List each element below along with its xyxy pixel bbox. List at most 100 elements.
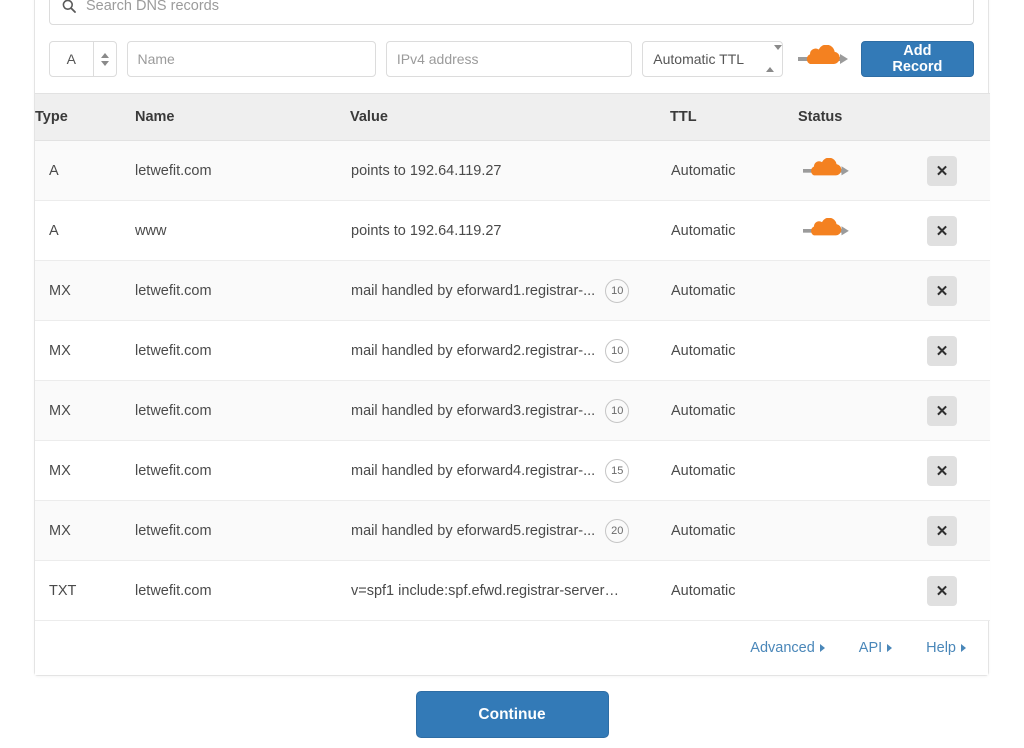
record-ttl-select[interactable]: Automatic TTL [642, 41, 784, 77]
value-wrapper: mail handled by eforward3.registrar-... 1… [351, 398, 669, 423]
cell-value: mail handled by eforward3.registrar-... 1… [350, 380, 670, 441]
advanced-link-label: Advanced [750, 640, 815, 656]
cell-status [798, 260, 926, 321]
cell-status [798, 380, 926, 441]
delete-record-button[interactable]: ✕ [927, 395, 957, 426]
delete-record-button[interactable]: ✕ [927, 155, 957, 186]
cell-ttl: Automatic [670, 500, 798, 561]
cell-name: letwefit.com [135, 140, 350, 201]
chevron-up-icon [766, 50, 775, 72]
value-wrapper: points to 192.64.119.27 [351, 223, 669, 239]
table-header: Type Name Value TTL Status [35, 93, 990, 141]
cell-type: MX [35, 260, 135, 321]
cell-type: MX [35, 320, 135, 381]
record-ttl-stepper[interactable] [766, 45, 783, 72]
value-text: points to 192.64.119.27 [351, 162, 502, 179]
cell-value: points to 192.64.119.27 [350, 200, 670, 261]
table-row: MX letwefit.com mail handled by eforward3.… [35, 380, 990, 441]
value-wrapper: points to 192.64.119.27 [351, 163, 669, 179]
caret-right-icon [887, 644, 893, 652]
column-header-name: Name [135, 93, 350, 141]
delete-record-button[interactable]: ✕ [927, 335, 957, 366]
chevron-down-icon [100, 60, 109, 66]
cell-name: letwefit.com [135, 320, 350, 381]
cell-value: mail handled by eforward1.registrar-... 1… [350, 260, 670, 321]
help-link-label: Help [926, 640, 956, 656]
continue-button[interactable]: Continue [415, 691, 609, 738]
cell-ttl: Automatic [670, 200, 798, 261]
column-header-status: Status [798, 93, 926, 141]
cell-ttl: Automatic [670, 320, 798, 381]
cell-ttl: Automatic [670, 140, 798, 201]
cloud-proxied-icon [796, 44, 848, 74]
table-header-row: Type Name Value TTL Status [35, 93, 990, 141]
cell-status [798, 140, 926, 201]
value-wrapper: mail handled by eforward4.registrar-... 1… [351, 458, 669, 483]
cell-actions: ✕ [926, 200, 990, 261]
cell-name: letwefit.com [135, 500, 350, 561]
cell-actions: ✕ [926, 140, 990, 201]
cell-actions: ✕ [926, 380, 990, 441]
delete-record-button[interactable]: ✕ [927, 215, 957, 246]
record-proxy-toggle[interactable] [793, 44, 851, 74]
cell-value: mail handled by eforward4.registrar-... 1… [350, 440, 670, 501]
delete-record-button[interactable]: ✕ [927, 515, 957, 546]
delete-record-button[interactable]: ✕ [927, 455, 957, 486]
record-type-select[interactable]: A [49, 41, 117, 77]
card-footer: Advanced API Help [35, 621, 988, 675]
advanced-link[interactable]: Advanced [750, 640, 825, 656]
search-row [35, 0, 988, 41]
cell-status [798, 440, 926, 501]
search-box[interactable] [49, 0, 974, 25]
record-value-input[interactable] [385, 41, 633, 77]
priority-badge: 10 [605, 338, 630, 363]
dns-records-page: A Automatic TTL [0, 0, 1024, 748]
help-link[interactable]: Help [926, 640, 966, 656]
value-text: points to 192.64.119.27 [351, 222, 502, 239]
delete-record-button[interactable]: ✕ [927, 275, 957, 306]
add-record-button[interactable]: Add Record [860, 41, 974, 77]
cell-actions: ✕ [926, 320, 990, 381]
record-type-stepper[interactable] [92, 42, 116, 76]
caret-right-icon [961, 644, 966, 652]
cell-name: letwefit.com [135, 380, 350, 441]
value-text: v=spf1 include:spf.efwd.registrar-server… [351, 582, 619, 599]
cell-value: mail handled by eforward2.registrar-... 1… [350, 320, 670, 381]
priority-badge: 20 [605, 518, 630, 543]
cell-actions: ✕ [926, 440, 990, 501]
value-text: mail handled by eforward5.registrar-... [351, 522, 596, 539]
value-text: mail handled by eforward4.registrar-... [351, 462, 596, 479]
delete-record-button[interactable]: ✕ [927, 575, 957, 606]
cell-type: A [35, 140, 135, 201]
cell-actions: ✕ [926, 260, 990, 321]
record-name-input[interactable] [126, 41, 376, 77]
value-text: mail handled by eforward2.registrar-... [351, 342, 596, 359]
cell-type: TXT [35, 560, 135, 621]
dns-records-card: A Automatic TTL [34, 0, 990, 676]
cell-value: points to 192.64.119.27 [350, 140, 670, 201]
table-row: MX letwefit.com mail handled by eforward4.… [35, 440, 990, 501]
value-text: mail handled by eforward1.registrar-... [351, 282, 596, 299]
cell-actions: ✕ [926, 560, 990, 621]
column-header-ttl: TTL [670, 93, 798, 141]
value-text: mail handled by eforward3.registrar-... [351, 402, 596, 419]
cloud-proxied-icon[interactable] [799, 157, 851, 184]
value-wrapper: v=spf1 include:spf.efwd.registrar-server… [351, 583, 669, 599]
priority-badge: 15 [605, 458, 630, 483]
column-header-value: Value [350, 93, 670, 141]
search-input[interactable] [86, 0, 973, 14]
cell-ttl: Automatic [670, 440, 798, 501]
cell-ttl: Automatic [670, 560, 798, 621]
cell-name: letwefit.com [135, 440, 350, 501]
priority-badge: 10 [605, 398, 630, 423]
cloud-proxied-icon[interactable] [799, 217, 851, 244]
cell-type: MX [35, 500, 135, 561]
api-link[interactable]: API [859, 640, 893, 656]
cell-status [798, 560, 926, 621]
cell-value: mail handled by eforward5.registrar-... 2… [350, 500, 670, 561]
continue-button-wrap: Continue [0, 691, 1024, 738]
table-row: MX letwefit.com mail handled by eforward5.… [35, 500, 990, 561]
priority-badge: 10 [605, 278, 630, 303]
dns-records-table: Type Name Value TTL Status Aletwefit.com… [35, 93, 990, 621]
record-type-value: A [66, 51, 76, 67]
